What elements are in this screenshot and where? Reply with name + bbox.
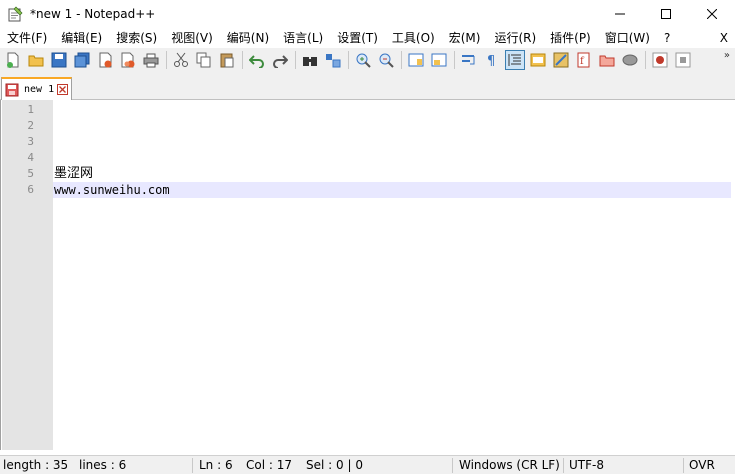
save-icon[interactable] — [49, 50, 69, 70]
open-icon[interactable] — [26, 50, 46, 70]
toolbar-separator — [242, 51, 243, 69]
editor-line[interactable]: 墨涩网 — [54, 166, 93, 182]
toolbar-separator — [401, 51, 402, 69]
toolbar-overflow-chevron-icon[interactable]: » — [724, 50, 730, 61]
line-number: 5 — [27, 167, 34, 180]
notepad-plus-plus-app-icon[interactable] — [7, 6, 23, 22]
line-number: 6 — [27, 183, 34, 196]
show-all-chars-icon[interactable]: ¶ — [482, 50, 502, 70]
close-document-button[interactable]: X — [720, 28, 728, 48]
title-bar: *new 1 - Notepad++ — [0, 0, 735, 28]
status-encoding[interactable]: UTF-8 — [569, 456, 604, 474]
svg-text:¶: ¶ — [487, 54, 495, 68]
menu-macro[interactable]: 宏(M) — [442, 28, 488, 48]
tab-close-icon[interactable] — [57, 84, 69, 95]
close-window-button[interactable] — [689, 0, 735, 28]
line-number: 2 — [27, 119, 34, 132]
cut-icon[interactable] — [171, 50, 191, 70]
document-tab-bar: new 1 — [0, 72, 735, 100]
status-bar: length : 35 lines : 6 Ln : 6 Col : 17 Se… — [0, 455, 735, 474]
menu-window[interactable]: 窗口(W) — [598, 28, 657, 48]
tab-new-1[interactable]: new 1 — [1, 77, 72, 100]
folder-workspace-icon[interactable] — [597, 50, 617, 70]
zoom-out-icon[interactable] — [376, 50, 396, 70]
sync-horizontal-icon[interactable] — [429, 50, 449, 70]
status-column: Col : 17 — [246, 458, 292, 472]
find-icon[interactable] — [300, 50, 320, 70]
copy-icon[interactable] — [194, 50, 214, 70]
menu-view[interactable]: 视图(V) — [164, 28, 220, 48]
menu-bar: 文件(F) 编辑(E) 搜索(S) 视图(V) 编码(N) 语言(L) 设置(T… — [0, 28, 735, 48]
status-divider — [452, 458, 453, 473]
document-map-icon[interactable] — [551, 50, 571, 70]
minimize-button[interactable] — [597, 0, 643, 28]
close-all-icon[interactable] — [118, 50, 138, 70]
redo-icon[interactable] — [270, 50, 290, 70]
print-icon[interactable] — [141, 50, 161, 70]
menu-edit[interactable]: 编辑(E) — [54, 28, 109, 48]
toolbar-separator — [454, 51, 455, 69]
sync-vertical-icon[interactable] — [406, 50, 426, 70]
text-editor[interactable]: 1 2 3 4 5 6 墨涩网 www.sunweihu.com — [0, 100, 735, 450]
record-macro-icon[interactable] — [650, 50, 670, 70]
menu-run[interactable]: 运行(R) — [487, 28, 543, 48]
toolbar-separator — [645, 51, 646, 69]
menu-file[interactable]: 文件(F) — [0, 28, 54, 48]
status-length: length : 35 — [3, 458, 69, 472]
monitoring-icon[interactable] — [620, 50, 640, 70]
status-divider — [683, 458, 684, 473]
toolbar-separator — [348, 51, 349, 69]
toolbar-separator — [295, 51, 296, 69]
menu-help[interactable]: ? — [657, 28, 677, 48]
menu-encoding[interactable]: 编码(N) — [220, 28, 276, 48]
stop-record-icon[interactable] — [673, 50, 693, 70]
unsaved-file-icon — [5, 83, 19, 97]
maximize-button[interactable] — [643, 0, 689, 28]
menu-search[interactable]: 搜索(S) — [109, 28, 164, 48]
status-selection: Sel : 0 | 0 — [306, 458, 363, 472]
status-line-number: Ln : 6 — [199, 458, 233, 472]
menu-plugins[interactable]: 插件(P) — [543, 28, 598, 48]
word-wrap-icon[interactable] — [459, 50, 479, 70]
menu-tools[interactable]: 工具(O) — [385, 28, 442, 48]
editor-line[interactable]: www.sunweihu.com — [54, 182, 170, 198]
indent-guide-icon[interactable] — [505, 50, 525, 70]
status-divider — [192, 458, 193, 473]
line-number: 1 — [27, 103, 34, 116]
save-all-icon[interactable] — [72, 50, 92, 70]
close-file-icon[interactable] — [95, 50, 115, 70]
replace-icon[interactable] — [323, 50, 343, 70]
status-lines: lines : 6 — [79, 458, 127, 472]
window-title: *new 1 - Notepad++ — [30, 7, 156, 21]
status-divider — [563, 458, 564, 473]
line-number-gutter: 1 2 3 4 5 6 — [2, 100, 53, 450]
user-defined-language-icon[interactable] — [528, 50, 548, 70]
undo-icon[interactable] — [247, 50, 267, 70]
status-typing-mode[interactable]: OVR — [689, 456, 715, 474]
menu-settings[interactable]: 设置(T) — [330, 28, 385, 48]
toolbar: ¶ f » — [0, 48, 735, 72]
status-eol-format[interactable]: Windows (CR LF) — [459, 456, 560, 474]
function-list-icon[interactable]: f — [574, 50, 594, 70]
line-number: 3 — [27, 135, 34, 148]
zoom-in-icon[interactable] — [353, 50, 373, 70]
tab-label: new 1 — [24, 84, 55, 95]
new-icon[interactable] — [3, 50, 23, 70]
toolbar-separator — [166, 51, 167, 69]
menu-language[interactable]: 语言(L) — [276, 28, 330, 48]
line-number: 4 — [27, 151, 34, 164]
paste-icon[interactable] — [217, 50, 237, 70]
